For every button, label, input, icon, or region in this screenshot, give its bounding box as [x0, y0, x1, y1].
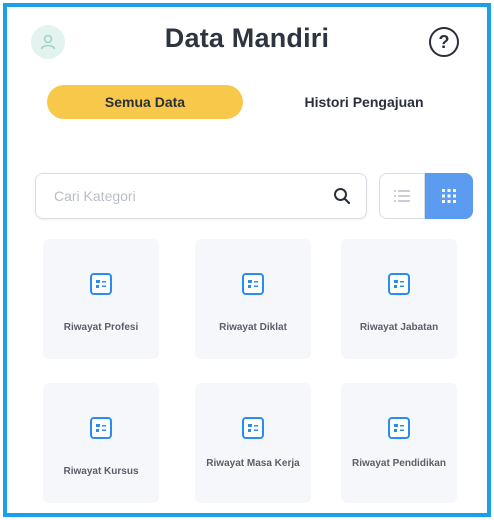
- grid-view-button[interactable]: [425, 173, 473, 219]
- category-label: Riwayat Kursus: [63, 466, 139, 477]
- help-button[interactable]: ?: [429, 27, 459, 57]
- view-toggle: [379, 173, 475, 219]
- category-grid: Riwayat Profesi Riwayat Diklat Riwayat J…: [43, 239, 463, 509]
- category-label: Riwayat Jabatan: [359, 322, 439, 333]
- category-card-riwayat-pendidikan[interactable]: Riwayat Pendidikan: [341, 383, 457, 503]
- header: Data Mandiri ?: [7, 7, 487, 79]
- category-label: Riwayat Pendidikan: [352, 458, 446, 469]
- category-label: Riwayat Masa Kerja: [206, 458, 300, 469]
- document-icon: [242, 273, 264, 295]
- search-box: [35, 173, 367, 219]
- search-icon[interactable]: [332, 186, 352, 206]
- category-card-riwayat-profesi[interactable]: Riwayat Profesi: [43, 239, 159, 359]
- category-card-riwayat-jabatan[interactable]: Riwayat Jabatan: [341, 239, 457, 359]
- category-card-riwayat-diklat[interactable]: Riwayat Diklat: [195, 239, 311, 359]
- tab-bar: Semua Data Histori Pengajuan: [7, 85, 487, 121]
- app-frame: Data Mandiri ? Semua Data Histori Pengaj…: [3, 3, 491, 517]
- search-input[interactable]: [54, 174, 324, 218]
- grid-icon: [442, 189, 456, 203]
- page-title: Data Mandiri: [164, 23, 330, 53]
- help-icon: ?: [438, 31, 450, 52]
- category-card-riwayat-kursus[interactable]: Riwayat Kursus: [43, 383, 159, 503]
- category-label: Riwayat Diklat: [219, 322, 287, 333]
- list-view-button[interactable]: [379, 173, 425, 219]
- document-icon: [90, 417, 112, 439]
- tab-histori-pengajuan[interactable]: Histori Pengajuan: [279, 85, 449, 119]
- document-icon: [242, 417, 264, 439]
- category-card-riwayat-masa-kerja[interactable]: Riwayat Masa Kerja: [195, 383, 311, 503]
- document-icon: [388, 273, 410, 295]
- list-icon: [394, 190, 410, 202]
- tab-semua-data[interactable]: Semua Data: [47, 85, 243, 119]
- document-icon: [388, 417, 410, 439]
- document-icon: [90, 273, 112, 295]
- category-label: Riwayat Profesi: [63, 322, 139, 333]
